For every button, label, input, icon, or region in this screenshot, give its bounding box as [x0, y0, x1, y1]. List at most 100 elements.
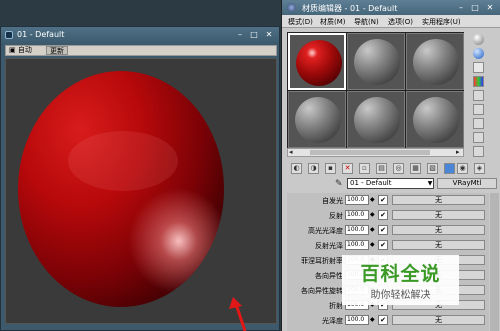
go-to-parent-icon[interactable]	[444, 163, 455, 174]
material-preview-window: 01 - Default – □ ✕ ▣ 自动 更新	[0, 26, 280, 331]
scroll-left-icon[interactable]: ◂	[289, 148, 293, 156]
uv-tiling-icon[interactable]	[473, 76, 484, 87]
spinner-icon[interactable]: ◆	[370, 226, 375, 233]
options-icon[interactable]	[473, 118, 484, 129]
map-enable-checkbox[interactable]: ✔	[378, 210, 388, 220]
reset-map-icon[interactable]: ✕	[342, 163, 353, 174]
map-slot-button[interactable]: 无	[392, 225, 485, 235]
select-by-material-icon[interactable]	[473, 132, 484, 143]
map-enable-checkbox[interactable]: ✔	[378, 315, 388, 325]
material-slot[interactable]	[406, 33, 464, 90]
assign-to-selection-icon[interactable]: ▪	[325, 163, 336, 174]
minimize-icon[interactable]: –	[233, 29, 247, 40]
material-slot[interactable]	[288, 91, 346, 148]
material-slot[interactable]	[406, 91, 464, 148]
show-end-result-icon[interactable]: ▧	[427, 163, 438, 174]
menu-utilities[interactable]: 实用程序(U)	[422, 17, 461, 27]
sample-type-sphere-icon[interactable]	[473, 34, 484, 45]
update-button[interactable]: 更新	[46, 46, 68, 55]
side-toolbar	[465, 32, 500, 164]
select-material-icon[interactable]: ◈	[474, 163, 485, 174]
param-label: 反射	[329, 212, 343, 220]
grey-sphere-icon	[295, 97, 341, 143]
close-icon[interactable]: ✕	[262, 29, 276, 40]
param-value-field[interactable]: 100.0	[345, 315, 369, 325]
preview-canvas[interactable]	[5, 58, 277, 324]
material-type-button[interactable]: VRayMtl	[437, 178, 497, 189]
grey-sphere-icon	[354, 39, 400, 85]
param-row: 反射 100.0 ◆ ✔ 无	[287, 210, 487, 221]
put-to-library-icon[interactable]: ▤	[376, 163, 387, 174]
panel-scrollbar[interactable]	[490, 193, 499, 331]
param-label: 各向异性	[315, 272, 343, 280]
param-label: 高光光泽度	[308, 227, 343, 235]
material-name-field[interactable]: 01 - Default	[347, 178, 434, 189]
param-label: 各向异性旋转	[301, 287, 343, 295]
spinner-icon[interactable]: ◆	[370, 316, 375, 323]
map-slot-button[interactable]: 无	[392, 315, 485, 325]
grey-sphere-icon	[413, 97, 459, 143]
watermark-title: 百科全说	[360, 263, 441, 285]
menu-navigation[interactable]: 导航(N)	[354, 17, 379, 27]
preview-toolbar: ▣ 自动 更新	[5, 45, 277, 56]
editor-toolbar: ◐ ◑ ▪ ✕ ▫ ▤ ◎ ▦ ▧ ◉ ◈	[287, 161, 499, 177]
map-slot-button[interactable]: 无	[392, 210, 485, 220]
spinner-icon[interactable]: ◆	[370, 241, 375, 248]
background-icon[interactable]	[473, 62, 484, 73]
param-value-field[interactable]: 100.0	[345, 210, 369, 220]
go-forward-icon[interactable]: ◉	[457, 163, 468, 174]
red-arrow-icon	[229, 297, 247, 331]
backlight-icon[interactable]	[473, 48, 484, 59]
menu-options[interactable]: 选项(O)	[388, 17, 413, 27]
spinner-icon[interactable]: ◆	[370, 211, 375, 218]
param-label: 光泽度	[322, 317, 343, 325]
editor-menubar: 模式(D) 材质(M) 导航(N) 选项(O) 实用程序(U)	[282, 15, 500, 28]
grey-sphere-icon	[354, 97, 400, 143]
maximize-icon[interactable]: □	[247, 29, 261, 40]
make-unique-icon[interactable]: ▫	[359, 163, 370, 174]
param-value-field[interactable]: 100.0	[345, 195, 369, 205]
preview-titlebar[interactable]: 01 - Default – □ ✕	[1, 27, 279, 43]
material-slot[interactable]	[347, 91, 405, 148]
material-slot[interactable]	[288, 33, 346, 90]
param-label: 折射	[329, 302, 343, 310]
spinner-icon[interactable]: ◆	[370, 196, 375, 203]
param-label: 菲涅耳折射率	[301, 257, 343, 265]
get-material-icon[interactable]: ◐	[291, 163, 302, 174]
video-color-check-icon[interactable]	[473, 90, 484, 101]
maximize-icon[interactable]: □	[468, 2, 482, 13]
menu-material[interactable]: 材质(M)	[320, 17, 346, 27]
slots-scrollbar[interactable]: ◂ ▸	[287, 148, 464, 157]
watermark-subtitle: 助你轻松解决	[370, 290, 431, 301]
param-row: 光泽度 100.0 ◆ ✔ 无	[287, 315, 487, 326]
param-value-field[interactable]: 100.0	[345, 225, 369, 235]
map-slot-button[interactable]: 无	[392, 195, 485, 205]
scroll-right-icon[interactable]: ▸	[456, 148, 460, 156]
update-label: 更新	[50, 47, 64, 55]
preview-title: 01 - Default	[17, 30, 65, 39]
map-slot-button[interactable]: 无	[392, 240, 485, 250]
chevron-down-icon[interactable]: ▼	[426, 179, 434, 188]
map-enable-checkbox[interactable]: ✔	[378, 240, 388, 250]
param-value-field[interactable]: 100.0	[345, 240, 369, 250]
app-icon	[5, 31, 13, 39]
editor-titlebar[interactable]: 材质编辑器 - 01 - Default – □ ✕	[282, 0, 500, 15]
auto-update-checkbox[interactable]: ▣ 自动	[6, 46, 35, 55]
material-slots	[287, 32, 464, 148]
put-to-scene-icon[interactable]: ◑	[308, 163, 319, 174]
material-editor-icon	[287, 3, 296, 12]
material-slot[interactable]	[347, 33, 405, 90]
menu-mode[interactable]: 模式(D)	[288, 17, 313, 27]
material-name-row: ✎ 01 - Default ▼ VRayMtl	[287, 178, 499, 190]
material-navigator-icon[interactable]	[473, 146, 484, 157]
scroll-thumb[interactable]	[310, 150, 430, 155]
eyedropper-icon[interactable]: ✎	[335, 179, 343, 189]
show-map-icon[interactable]: ▦	[410, 163, 421, 174]
map-enable-checkbox[interactable]: ✔	[378, 195, 388, 205]
material-id-icon[interactable]: ◎	[393, 163, 404, 174]
make-preview-icon[interactable]	[473, 104, 484, 115]
map-enable-checkbox[interactable]: ✔	[378, 225, 388, 235]
auto-label: 自动	[17, 46, 32, 54]
close-icon[interactable]: ✕	[483, 2, 497, 13]
minimize-icon[interactable]: –	[454, 2, 468, 13]
